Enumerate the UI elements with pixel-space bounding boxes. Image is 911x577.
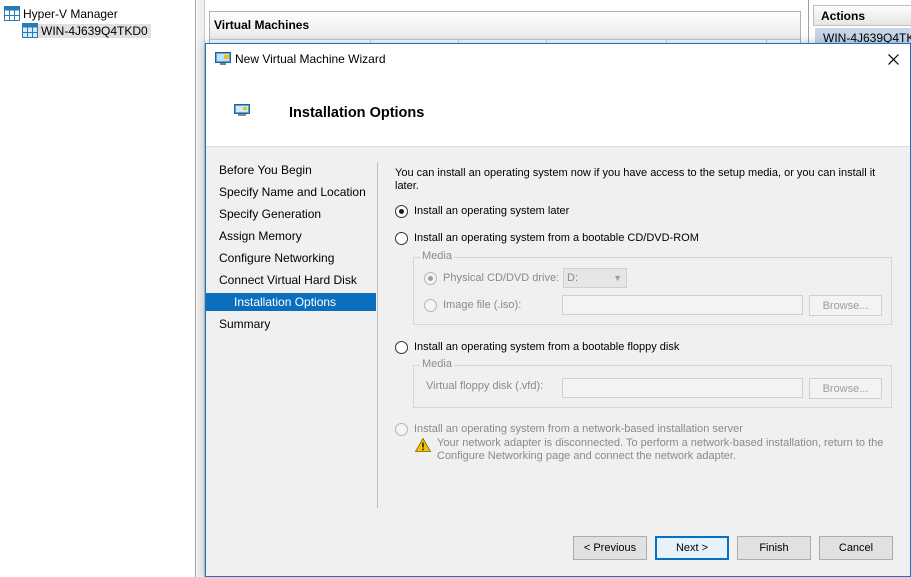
tree-node-hyperv-manager[interactable]: Hyper-V Manager (4, 5, 121, 22)
step-specify-generation[interactable]: Specify Generation (206, 205, 376, 223)
previous-button[interactable]: < Previous (573, 536, 647, 560)
floppy-media-legend: Media (420, 358, 454, 370)
tree-node-label: WIN-4J639Q4TKD0 (38, 23, 151, 38)
step-connect-virtual-hard-disk[interactable]: Connect Virtual Hard Disk (206, 271, 376, 289)
floppy-media-group: Media Virtual floppy disk (.vfd): Browse… (413, 358, 892, 408)
step-summary[interactable]: Summary (206, 315, 376, 333)
close-icon (887, 53, 899, 65)
virtual-machines-title: Virtual Machines (210, 12, 800, 40)
option-install-from-cd-label: Install an operating system from a boota… (414, 232, 699, 244)
radio-image-file (424, 298, 437, 312)
step-specify-name-and-location[interactable]: Specify Name and Location (206, 183, 376, 201)
chevron-down-icon: ▼ (613, 273, 622, 283)
intro-text: You can install an operating system now … (395, 167, 876, 192)
image-file-label: Image file (.iso): (443, 299, 522, 311)
step-configure-networking[interactable]: Configure Networking (206, 249, 376, 267)
drive-select: D: ▼ (563, 268, 627, 288)
step-installation-options[interactable]: Installation Options (206, 293, 376, 311)
tree-node-label: Hyper-V Manager (23, 6, 118, 21)
next-button[interactable]: Next > (655, 536, 729, 560)
cancel-button[interactable]: Cancel (819, 536, 893, 560)
option-install-from-cd[interactable]: Install an operating system from a boota… (395, 230, 699, 246)
option-image-file: Image file (.iso): (424, 297, 521, 313)
browse-vfd-button: Browse... (809, 378, 882, 399)
warning-icon (414, 437, 432, 455)
drive-select-value: D: (567, 272, 578, 284)
option-install-from-floppy[interactable]: Install an operating system from a boota… (395, 339, 679, 355)
network-warning-text: Your network adapter is disconnected. To… (437, 437, 884, 462)
cd-media-legend: Media (420, 250, 454, 262)
tree-node-host[interactable]: WIN-4J639Q4TKD0 (22, 22, 151, 39)
radio-install-later[interactable] (395, 204, 408, 218)
finish-button[interactable]: Finish (737, 536, 811, 560)
physical-drive-label: Physical CD/DVD drive: (443, 272, 560, 284)
radio-install-from-cd[interactable] (395, 231, 408, 245)
option-install-later-label: Install an operating system later (414, 205, 570, 217)
option-install-from-floppy-label: Install an operating system from a boota… (414, 341, 680, 353)
option-install-from-network-label: Install an operating system from a netwo… (414, 423, 743, 435)
image-file-input (562, 295, 803, 315)
vfd-input (562, 378, 803, 398)
installation-options-icon (234, 104, 250, 120)
dialog-title: New Virtual Machine Wizard (235, 52, 386, 66)
actions-title: Actions (813, 5, 911, 26)
new-vm-wizard-dialog: New Virtual Machine Wizard Installation … (205, 43, 911, 577)
step-before-you-begin[interactable]: Before You Begin (206, 161, 376, 179)
radio-install-from-network (395, 422, 408, 436)
server-icon (22, 23, 38, 38)
cd-media-group: Media Physical CD/DVD drive: D: ▼ Image … (413, 250, 892, 325)
step-assign-memory[interactable]: Assign Memory (206, 227, 376, 245)
close-button[interactable] (876, 44, 910, 74)
radio-physical-drive (424, 271, 437, 285)
steps-divider (377, 162, 378, 508)
navigation-tree: Hyper-V Manager WIN-4J639Q4TKD0 (0, 0, 196, 577)
dialog-titlebar[interactable]: New Virtual Machine Wizard (206, 44, 910, 74)
option-physical-drive: Physical CD/DVD drive: (424, 270, 559, 286)
browse-iso-button: Browse... (809, 295, 882, 316)
hyperv-manager-icon (4, 6, 20, 21)
pane-splitter[interactable] (197, 0, 205, 577)
option-install-later[interactable]: Install an operating system later (395, 203, 569, 219)
option-install-from-network: Install an operating system from a netwo… (395, 421, 743, 437)
vfd-label: Virtual floppy disk (.vfd): (426, 380, 544, 392)
radio-install-from-floppy[interactable] (395, 340, 408, 354)
wizard-window-icon (215, 52, 231, 69)
page-title: Installation Options (289, 105, 425, 121)
wizard-header: Installation Options (206, 74, 910, 147)
